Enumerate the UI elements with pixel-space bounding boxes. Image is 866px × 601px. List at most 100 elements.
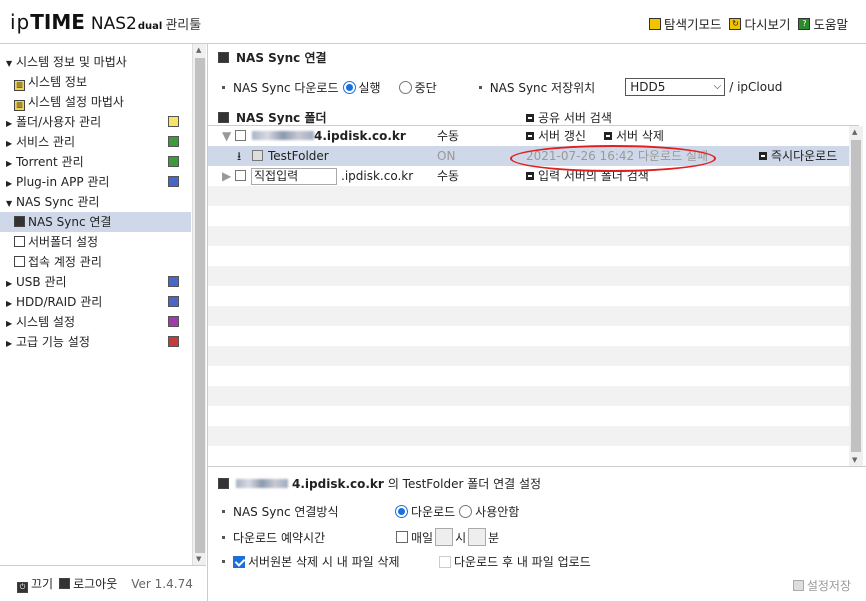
sidebar: ▼ 시스템 정보 및 마법사 ▥ 시스템 정보 ▥ 시스템 설정 마법사 ▶ 폴더/사용… [0,44,191,565]
table-row [208,366,849,386]
power-label: 끄기 [31,576,54,591]
logo-ip: ip [10,10,31,34]
method-disabled-radio[interactable] [459,505,473,518]
method-download-radio[interactable] [395,505,408,518]
save-label: 설정저장 [806,579,851,593]
refresh-icon: ↻ [729,17,742,30]
expand-right-icon: ▶ [6,319,13,328]
menu-nas-sync[interactable]: ▼ NAS Sync 관리 [0,192,191,212]
menu-label: NAS Sync 관리 [16,195,100,209]
sync-icon [14,236,25,247]
menu-usb[interactable]: ▶ USB 관리 [0,272,191,292]
menu-system-settings[interactable]: ▶ 시스템 설정 [0,312,191,332]
delete-row: 서버원본 삭제 시 내 파일 삭제 다운로드 후 내 파일 업로드 [222,553,591,570]
menu-folder-user[interactable]: ▶ 폴더/사용자 관리 [0,112,191,132]
table-row [208,206,849,226]
menu-account[interactable]: 접속 계정 관리 [0,252,191,272]
scroll-down-icon[interactable]: ▼ [852,456,857,464]
bullet-icon [222,85,225,89]
logout-button[interactable]: 로그아웃 [59,575,117,592]
folder-list: ▼ 4.ipdisk.co.kr 수동 서버 갱신 서버 삭제 ⭳ TestFo… [208,126,849,466]
menu-label: 시스템 설정 [16,315,76,329]
instant-download-button[interactable]: 즉시다운로드 [759,146,837,166]
menu-system-info[interactable]: ▥ 시스템 정보 [0,72,191,92]
menu-plugin[interactable]: ▶ Plug-in APP 관리 [0,172,191,192]
menu-service[interactable]: ▶ 서비스 관리 [0,132,191,152]
home-icon [235,166,246,186]
bullet-icon [222,560,225,563]
system-settings-icon [168,316,179,327]
torrent-icon [168,156,179,167]
hdd-icon [168,296,179,307]
sidebar-scrollbar[interactable]: ▲ ▼ [192,44,206,565]
direct-input-field[interactable]: 직접입력 [251,166,337,186]
hour-input[interactable] [435,528,454,546]
help-link[interactable]: ? 도움말 [798,14,848,33]
refresh-link[interactable]: ↻ 다시보기 [729,14,790,33]
list-scrollbar[interactable]: ▲ ▼ [849,126,863,466]
menu-label: USB 관리 [16,275,67,289]
blurred-text [236,479,288,488]
blurred-text [252,131,314,140]
scroll-down-icon[interactable]: ▼ [196,555,201,563]
explorer-mode-label: 탐색기모드 [663,17,722,32]
table-row [208,186,849,206]
power-button[interactable]: ⏻ 끄기 [17,575,53,593]
top-links: 탐색기모드 ↻ 다시보기 ? 도움말 [648,14,848,33]
table-row[interactable]: ▼ 4.ipdisk.co.kr 수동 서버 갱신 서버 삭제 [208,126,849,146]
expand-right-icon: ▶ [6,299,13,308]
table-row[interactable]: ▶ 직접입력 .ipdisk.co.kr 수동 입력 서버의 폴더 검색 [208,166,849,186]
menu-system-wizard[interactable]: ▥ 시스템 설정 마법사 [0,92,191,112]
menu-nas-sync-connect[interactable]: NAS Sync 연결 [0,212,191,232]
menu-system-info-wizard[interactable]: ▼ 시스템 정보 및 마법사 [0,52,191,72]
menu-advanced[interactable]: ▶ 고급 기능 설정 [0,332,191,352]
expand-right-icon: ▶ [6,179,13,188]
menu-label: 시스템 정보 [28,75,88,89]
explorer-mode-link[interactable]: 탐색기모드 [648,14,722,33]
daily-checkbox[interactable] [396,531,408,543]
menu-label: HDD/RAID 관리 [16,295,103,309]
minute-input[interactable] [468,528,487,546]
menu-hdd-raid[interactable]: ▶ HDD/RAID 관리 [0,292,191,312]
scroll-up-icon[interactable]: ▲ [196,46,201,54]
chevron-down-icon: ⌵ [713,81,722,92]
hour-label: 시 [455,530,467,545]
menu-label: 폴더/사용자 관리 [16,115,102,129]
server-delete-label: 서버 삭제 [616,129,664,143]
stop-radio[interactable] [398,80,412,94]
server-mode: 수동 [437,129,460,143]
sidebar-scroll-thumb[interactable] [195,58,205,553]
menu-label: 시스템 정보 및 마법사 [16,55,127,69]
sync-icon [218,478,229,489]
refresh-label: 다시보기 [744,17,791,32]
list-scroll-thumb[interactable] [851,140,861,452]
server-delete-button[interactable]: 서버 삭제 [604,126,664,146]
storage-select[interactable]: HDD5 ⌵ [625,78,726,96]
expand-icon[interactable]: ▶ [222,166,231,186]
collapse-icon[interactable]: ▼ [222,126,231,146]
download-row: NAS Sync 다운로드 실행 중단 NAS Sync 저장위치 HDD5 ⌵ … [222,78,782,96]
logout-label: 로그아웃 [73,577,118,591]
run-radio[interactable] [342,80,356,94]
daily-label: 매일 [411,530,434,545]
search-shared-button[interactable]: 공유 서버 검색 [526,109,612,126]
save-button[interactable]: 설정저장 [792,577,851,594]
scroll-up-icon[interactable]: ▲ [852,128,857,136]
expand-right-icon: ▶ [6,159,13,168]
server-refresh-button[interactable]: 서버 갱신 [526,126,586,146]
menu-torrent[interactable]: ▶ Torrent 관리 [0,152,191,172]
folder-state: ON [437,149,456,163]
table-row [208,446,849,466]
folder-title-text: NAS Sync 폴더 [236,111,327,125]
upload-checkbox[interactable] [439,555,451,568]
delete-checkbox[interactable] [233,555,245,568]
direct-mode: 수동 [437,169,460,183]
plus-icon [526,172,534,180]
power-icon: ⏻ [17,581,28,593]
minute-label: 분 [488,530,500,545]
logout-icon [59,578,71,589]
folder-user-icon [168,116,179,127]
instant-download-label: 즉시다운로드 [771,149,838,163]
menu-server-folder[interactable]: 서버폴더 설정 [0,232,191,252]
bullet-icon [222,535,225,539]
